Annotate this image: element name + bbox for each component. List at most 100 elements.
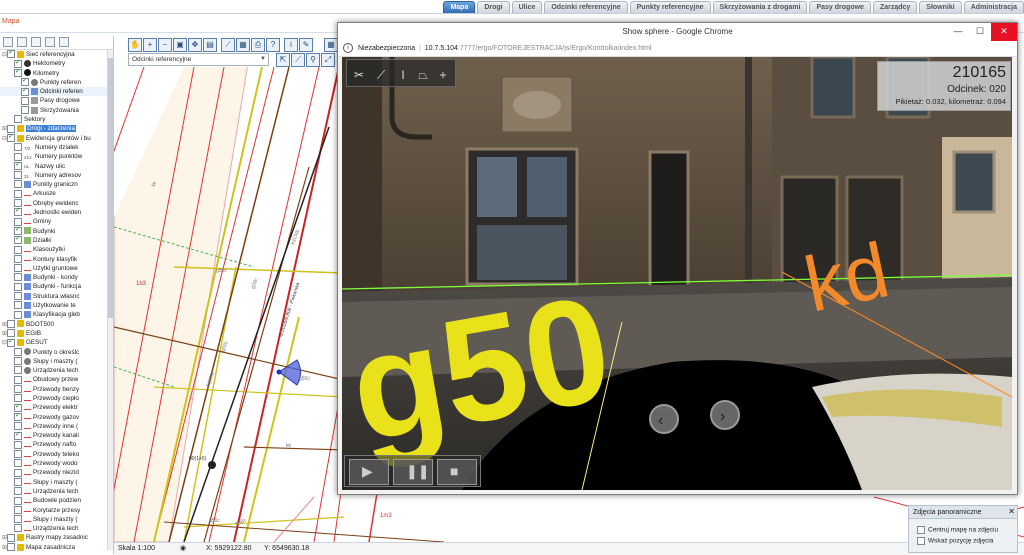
layer-checkbox[interactable] (14, 69, 22, 77)
layer-item[interactable]: Przewody nafto (0, 440, 107, 449)
layer-checkbox[interactable] (14, 422, 22, 431)
panorama-view[interactable]: ‹ › g50 kd ✂ ⟋ I ⏢ + 210165 Odcinek: 020… (342, 57, 1012, 490)
layer-checkbox[interactable] (14, 292, 22, 301)
layer-item[interactable]: Użytkowanie te (0, 301, 107, 310)
layer-item[interactable]: Użytki gruntowe (0, 264, 107, 273)
tab-drogi[interactable]: Drogi (477, 1, 510, 13)
layer-item[interactable]: Przewody inne ( (0, 422, 107, 431)
layer-checkbox[interactable] (14, 515, 22, 524)
layer-checkbox[interactable] (14, 413, 22, 421)
grid-icon[interactable]: ▦ (236, 38, 250, 52)
layer-item[interactable]: 213 Numery punktów (0, 152, 107, 161)
layer-item[interactable]: Budynki (0, 227, 107, 236)
layer-item[interactable]: Budynki - funkcja (0, 282, 107, 291)
edit-icon[interactable]: ✎ (299, 38, 313, 52)
layer-item[interactable]: ⊟Sieć referencyjna (0, 50, 107, 59)
layer-checkbox[interactable] (14, 487, 22, 496)
layers-icon[interactable]: ▤ (203, 38, 217, 52)
layer-item[interactable]: Obudowy przew (0, 375, 107, 384)
layer-item[interactable]: Przewody gazov (0, 413, 107, 422)
layer-settings-icon[interactable] (59, 37, 69, 47)
show-position-checkbox[interactable] (917, 537, 925, 545)
layer-checkbox[interactable] (7, 543, 15, 552)
show-position-option[interactable]: Wskaż pozycję zdjęcia (917, 537, 993, 545)
layer-checkbox[interactable] (7, 533, 15, 542)
layer-checkbox[interactable] (7, 50, 15, 59)
area-measure-icon[interactable]: ⏢ (413, 66, 433, 84)
layer-item[interactable]: Sektory (0, 115, 107, 124)
layer-item[interactable]: Kontury klasyfik (0, 254, 107, 264)
layer-checkbox[interactable] (14, 394, 22, 403)
pan-hand-icon[interactable]: ✋ (128, 38, 142, 52)
layer-checkbox[interactable] (14, 505, 22, 514)
layer-checkbox[interactable] (14, 217, 22, 226)
tab-skrzyzowania[interactable]: Skrzyżowania z drogami (712, 1, 808, 13)
tools-grid-icon[interactable]: ▦ (324, 38, 338, 52)
layer-item[interactable]: Budowle podzien (0, 496, 107, 505)
layer-item[interactable]: ⊞ Mapa zasadnicza (0, 543, 107, 552)
layer-checkbox[interactable] (14, 273, 22, 282)
layer-checkbox[interactable] (14, 189, 22, 198)
tab-odcinki-referencyjne[interactable]: Odcinki referencyjne (544, 1, 628, 13)
layer-item[interactable]: Urządzenia tech (0, 487, 107, 496)
collapse-all-icon[interactable] (17, 37, 27, 47)
layer-checkbox[interactable] (14, 431, 22, 440)
layer-item[interactable]: Przewody teleko (0, 450, 107, 459)
layer-checkbox[interactable] (14, 347, 22, 356)
layer-checkbox[interactable] (21, 87, 29, 96)
layer-item[interactable]: Jednostki ewiden (0, 208, 107, 217)
tab-zarzadcy[interactable]: Zarządcy (872, 1, 918, 13)
layer-item[interactable]: Klasyfikacja gleb (0, 310, 107, 319)
layer-checkbox[interactable] (14, 524, 22, 533)
full-extent-icon[interactable]: ✥ (188, 38, 202, 52)
layer-item[interactable]: Przewody elektr (0, 403, 107, 412)
scissors-icon[interactable]: ✂ (349, 66, 369, 84)
zoom-out-icon[interactable]: − (158, 38, 172, 52)
layer-checkbox[interactable] (14, 264, 22, 273)
layer-checkbox[interactable] (7, 338, 15, 347)
tab-pasy-drogowe[interactable]: Pasy drogowe (809, 1, 871, 13)
layer-checkbox[interactable] (14, 450, 22, 459)
layer-checkbox[interactable] (14, 385, 22, 394)
layer-item[interactable]: Przewody kanali (0, 431, 107, 440)
layer-item[interactable]: Hektometry (0, 59, 107, 68)
layer-checkbox[interactable] (14, 254, 22, 263)
panorama-scene[interactable]: ‹ › g50 kd (342, 57, 1012, 490)
layer-item[interactable]: Obręby ewidenc (0, 199, 107, 208)
layer-checkbox[interactable] (21, 78, 29, 87)
layer-item[interactable]: Przewody wodo (0, 459, 107, 468)
layer-item[interactable]: 31 Numery adresov (0, 171, 107, 180)
layer-checkbox[interactable] (14, 357, 22, 366)
address-bar[interactable]: i Niezabezpieczona | 10.7.5.104:7777/erg… (338, 41, 1017, 57)
layer-item[interactable]: Odcinki referen (0, 87, 107, 97)
pin-icon[interactable]: ⚲ (306, 53, 320, 67)
play-button[interactable]: ▶ (349, 459, 389, 485)
center-map-checkbox[interactable] (917, 526, 925, 534)
add-layer-icon[interactable] (31, 37, 41, 47)
draw-line-icon[interactable]: ⟋ (291, 53, 305, 67)
height-measure-icon[interactable]: I (393, 66, 413, 84)
expand-all-icon[interactable] (3, 37, 13, 47)
prev-photo-button[interactable] (649, 404, 679, 434)
layer-select[interactable]: Odcinki referencyjne ▼ (128, 53, 269, 66)
layer-item[interactable]: UL Nazwy ulic (0, 162, 107, 171)
layer-item[interactable]: Pasy drogowe (0, 96, 107, 105)
layer-checkbox[interactable] (7, 134, 15, 142)
layer-checkbox[interactable] (21, 96, 29, 105)
minimize-button[interactable]: — (947, 23, 969, 41)
layer-item[interactable]: Kilometry (0, 69, 107, 78)
center-map-option[interactable]: Centruj mapę na zdjęciu (917, 526, 998, 534)
help-icon[interactable]: ? (266, 38, 280, 52)
tab-punkty-referencyjne[interactable]: Punkty referencyjne (629, 1, 711, 13)
layer-checkbox[interactable] (7, 124, 15, 133)
layer-checkbox[interactable] (14, 115, 22, 124)
zoom-in-icon[interactable]: + (143, 38, 157, 52)
layer-checkbox[interactable] (14, 366, 22, 375)
layer-item[interactable]: Punkty o określc (0, 347, 107, 357)
close-button[interactable]: ✕ (991, 23, 1017, 41)
layer-item[interactable]: ⊟GESUT (0, 338, 107, 347)
layer-item[interactable]: Słupy i maszty ( (0, 357, 107, 366)
close-icon[interactable]: ✕ (1008, 507, 1015, 517)
layer-item[interactable]: Słupy i maszty ( (0, 477, 107, 487)
layer-checkbox[interactable] (14, 59, 22, 68)
